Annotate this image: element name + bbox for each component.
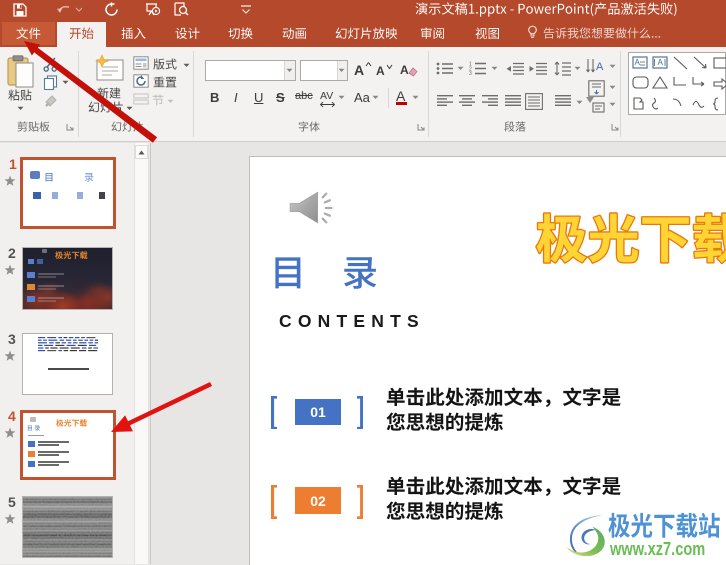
svg-text:A: A <box>635 58 641 67</box>
svg-text:A: A <box>400 63 409 77</box>
svg-text:3: 3 <box>469 71 472 75</box>
svg-text:A: A <box>596 61 604 73</box>
svg-text:A: A <box>658 58 664 67</box>
